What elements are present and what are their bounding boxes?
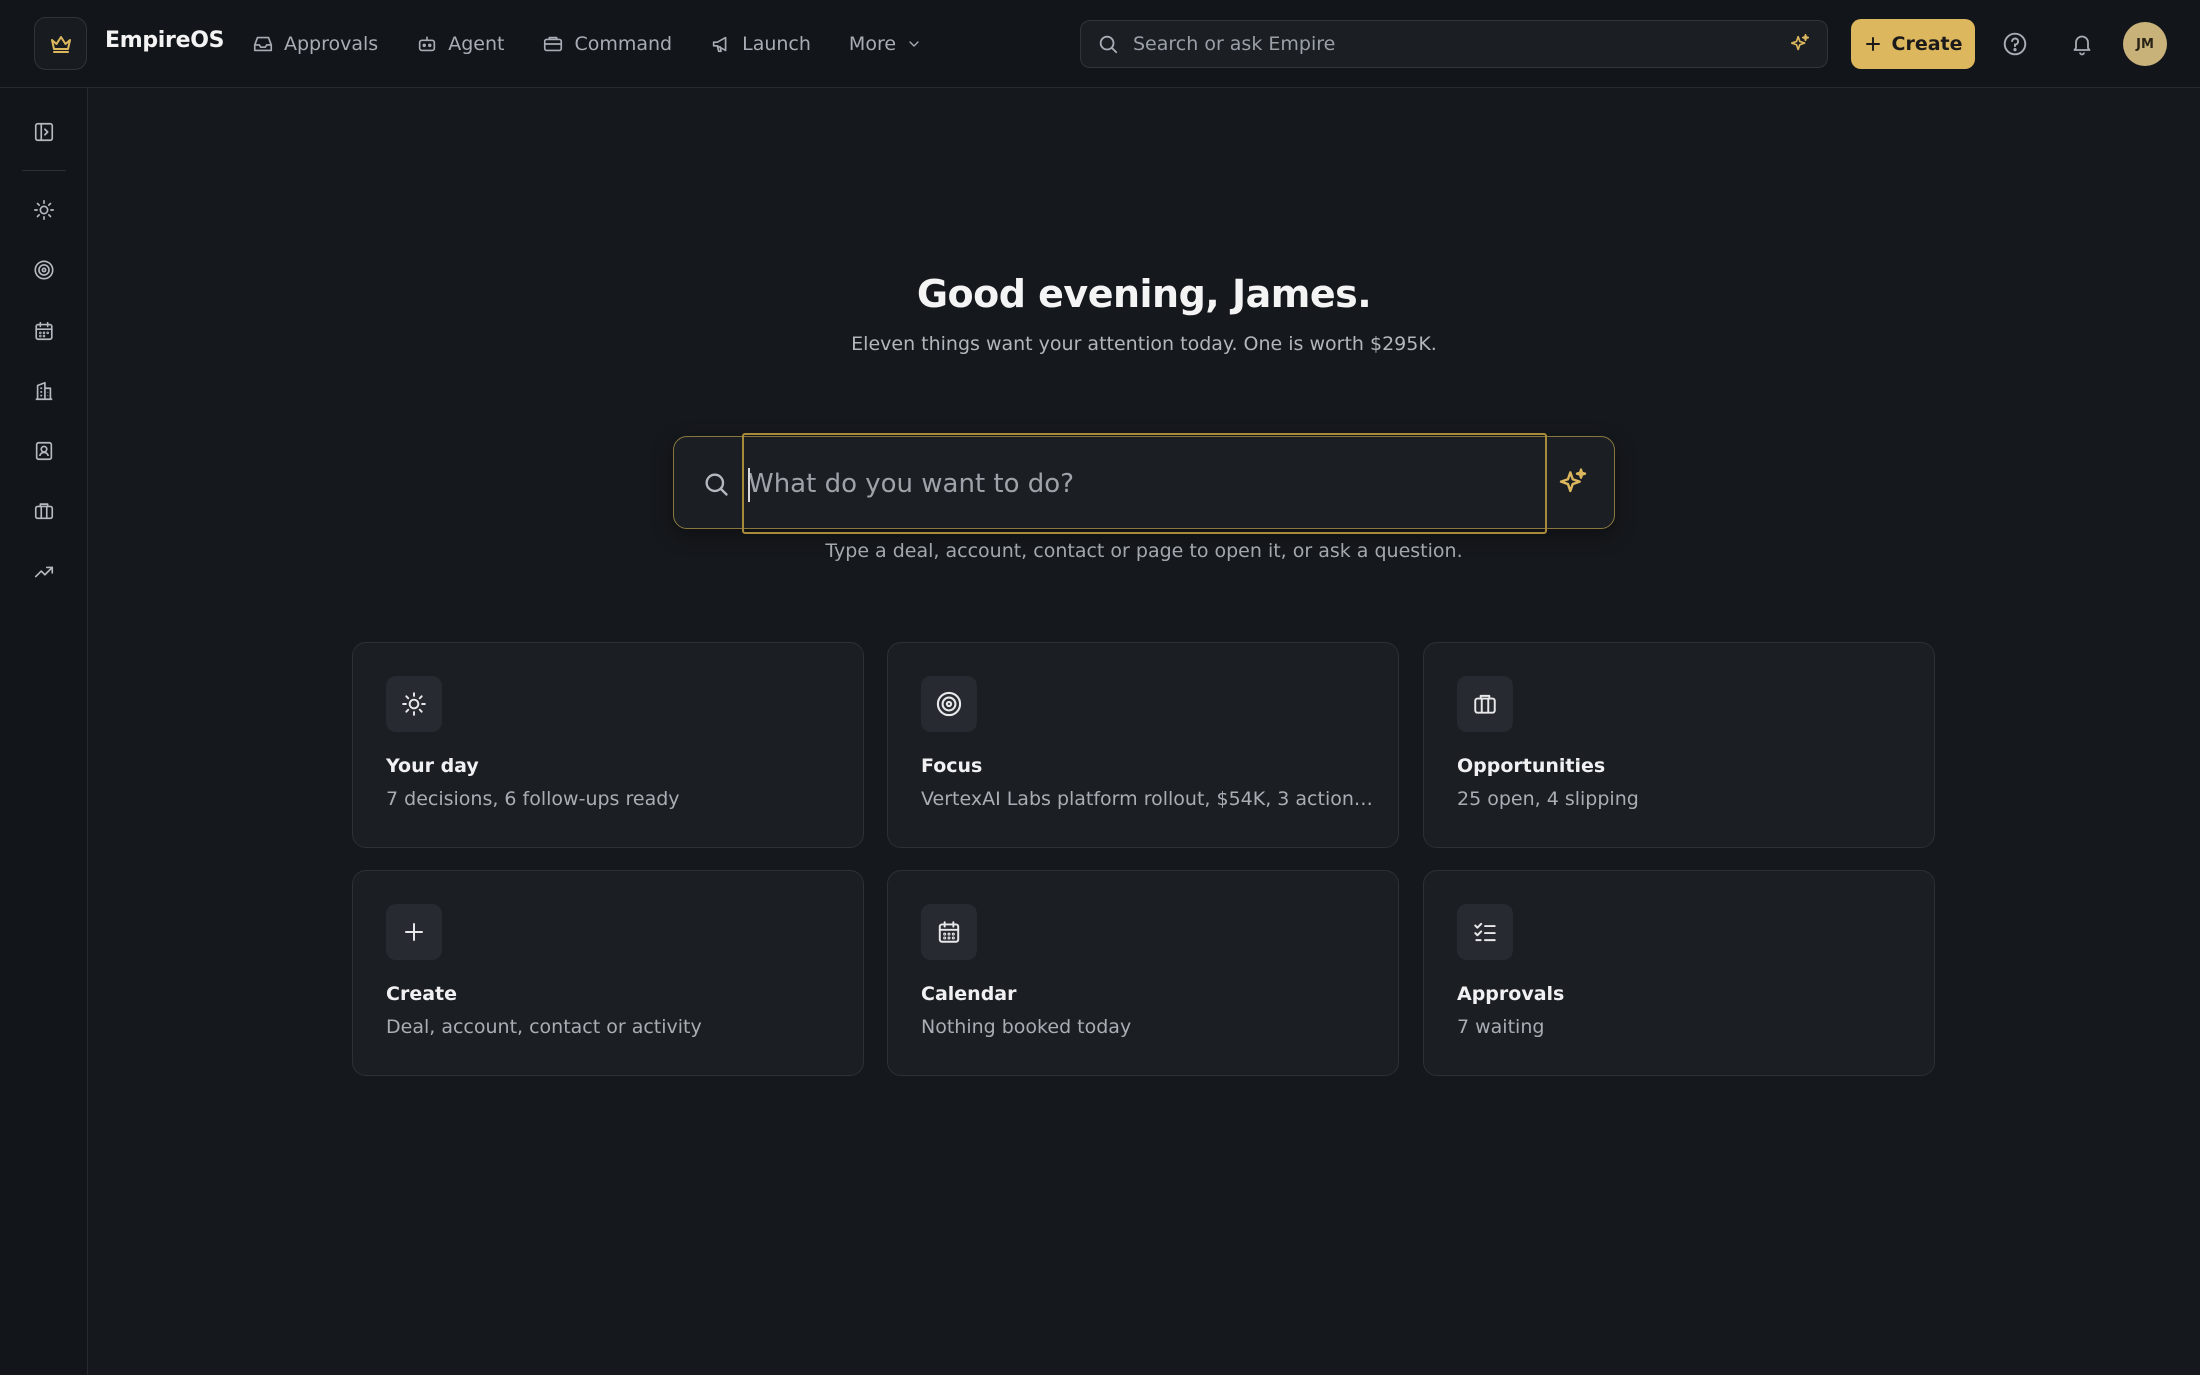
plus-icon [1865, 37, 1880, 51]
nav-approvals-label: Approvals [284, 33, 379, 55]
trending-up-icon [34, 566, 54, 578]
card-icon-box [1457, 676, 1513, 732]
sidebar-item-accounts[interactable] [24, 371, 64, 411]
page-subtitle: Eleven things want your attention today.… [851, 333, 1437, 355]
notifications-button[interactable] [2064, 26, 2100, 62]
nav-command-label: Command [574, 33, 673, 55]
help-button[interactable] [1997, 26, 2033, 62]
search-icon [1099, 35, 1118, 54]
global-search[interactable] [1080, 20, 1828, 68]
bell-icon [2073, 35, 2091, 56]
card-opportunities[interactable]: Opportunities 25 open, 4 slipping [1423, 642, 1935, 848]
brand-name: EmpireOS [105, 28, 225, 53]
inbox-icon [253, 36, 273, 52]
card-calendar[interactable]: Calendar Nothing booked today [887, 870, 1399, 1076]
calendar-icon [35, 321, 53, 341]
nav-command[interactable]: Command [542, 33, 672, 55]
card-title: Create [386, 983, 457, 1005]
sidebar-item-day[interactable] [24, 190, 64, 230]
help-icon [2003, 32, 2027, 56]
nav-launch-label: Launch [742, 33, 811, 55]
card-icon-box [1457, 904, 1513, 960]
card-description: 25 open, 4 slipping [1457, 788, 1639, 810]
page-title: Good evening, James. [916, 272, 1372, 316]
card-description: Nothing booked today [921, 1016, 1132, 1038]
command-search[interactable] [673, 433, 1615, 534]
create-button-label: Create [1891, 33, 1963, 55]
create-button[interactable]: Create [1851, 19, 1975, 69]
card-title: Opportunities [1457, 755, 1606, 777]
sun-icon [34, 200, 54, 220]
card-create[interactable]: Create Deal, account, contact or activit… [352, 870, 864, 1076]
crown-icon [50, 35, 71, 53]
sparkle-icon[interactable] [1789, 33, 1811, 55]
text-caret [748, 468, 750, 502]
nav-agent[interactable]: Agent [416, 33, 504, 55]
checklist-icon [1474, 922, 1496, 942]
calendar-icon [938, 921, 960, 943]
command-input-wrapper [742, 433, 1547, 534]
card-your-day[interactable]: Your day 7 decisions, 6 follow-ups ready [352, 642, 864, 848]
target-icon [936, 691, 962, 717]
robot-icon [419, 36, 436, 52]
plus-icon [405, 923, 423, 941]
card-focus[interactable]: Focus VertexAI Labs platform rollout, $5… [887, 642, 1399, 848]
user-avatar[interactable]: JM [2123, 22, 2167, 66]
logo[interactable] [34, 17, 87, 70]
card-title: Your day [386, 755, 479, 777]
target-icon [34, 260, 54, 280]
sun-icon [402, 692, 426, 716]
top-nav: Approvals Agent Command Launch More [252, 0, 960, 88]
nav-more-label: More [848, 33, 897, 55]
briefcase-icon [544, 36, 563, 52]
nav-launch[interactable]: Launch [710, 33, 811, 55]
sidebar-item-calendar[interactable] [24, 311, 64, 351]
sparkle-icon[interactable] [1557, 467, 1589, 499]
sidebar [0, 88, 88, 1375]
chevron-down-icon [909, 41, 919, 47]
card-title: Approvals [1457, 983, 1565, 1005]
panel-toggle-icon [34, 122, 54, 142]
command-input[interactable] [744, 435, 1545, 532]
contact-icon [35, 441, 53, 461]
sidebar-item-contacts[interactable] [24, 431, 64, 471]
sidebar-toggle[interactable] [24, 112, 64, 152]
nav-more[interactable]: More [849, 33, 922, 55]
global-search-input[interactable] [1133, 33, 1789, 55]
nav-approvals[interactable]: Approvals [252, 33, 378, 55]
building-icon [35, 381, 53, 401]
card-approvals[interactable]: Approvals 7 waiting [1423, 870, 1935, 1076]
nav-agent-label: Agent [448, 33, 505, 55]
card-title: Focus [921, 755, 983, 777]
briefcase-icon [1474, 694, 1496, 714]
sidebar-item-forecast[interactable] [24, 552, 64, 592]
card-icon-box [921, 676, 977, 732]
briefcase-icon [34, 503, 54, 520]
card-description: VertexAI Labs platform rollout, $54K, 3 … [921, 788, 1376, 810]
card-description: Deal, account, contact or activity [386, 1016, 702, 1038]
card-description: 7 decisions, 6 follow-ups ready [386, 788, 680, 810]
sidebar-item-opportunities[interactable] [24, 491, 64, 531]
sidebar-divider [22, 170, 66, 171]
card-icon-box [386, 676, 442, 732]
search-hint: Type a deal, account, contact or page to… [825, 540, 1463, 562]
top-bar: EmpireOS Approvals Agent Command Launch [0, 0, 2200, 88]
card-title: Calendar [921, 983, 1017, 1005]
card-icon-box [921, 904, 977, 960]
search-icon [705, 473, 728, 496]
megaphone-icon [712, 36, 727, 53]
card-description: 7 waiting [1457, 1016, 1545, 1038]
sidebar-item-focus[interactable] [24, 250, 64, 290]
card-icon-box [386, 904, 442, 960]
